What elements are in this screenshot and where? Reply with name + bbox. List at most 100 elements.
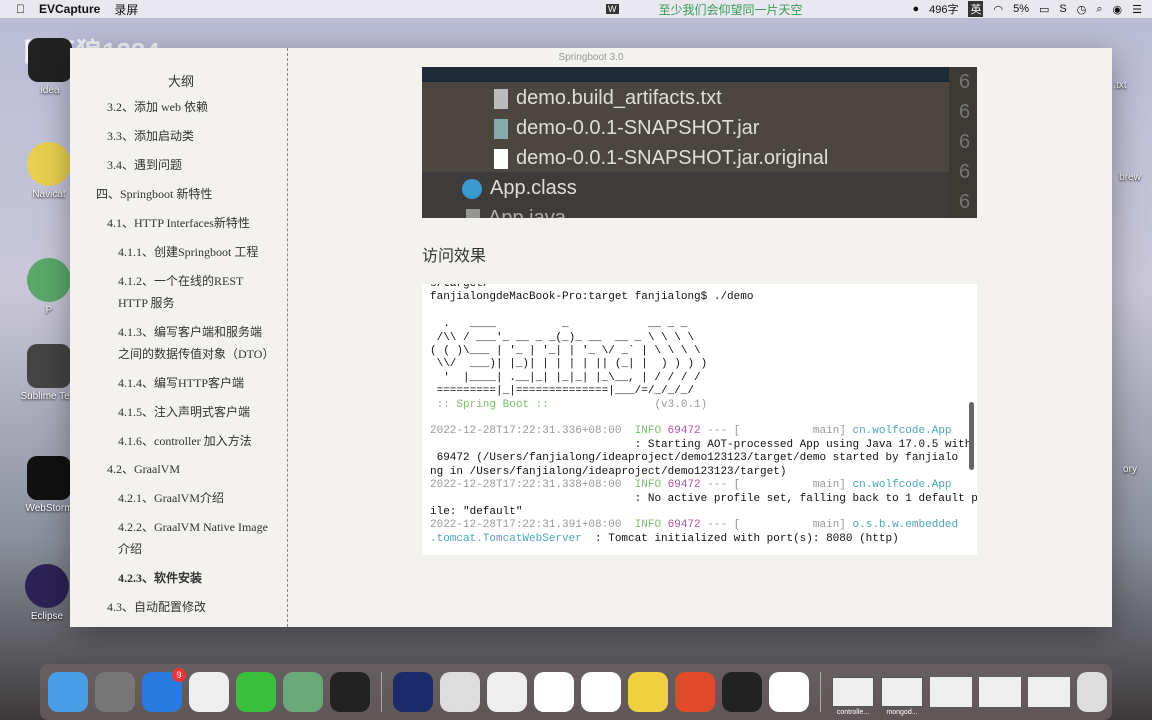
app-menu[interactable]: EVCapture <box>39 2 100 16</box>
battery[interactable]: 5% <box>1013 3 1029 15</box>
dock-app-wps[interactable] <box>581 672 621 712</box>
outline-item[interactable]: 4.2.3、软件安装 <box>118 567 270 589</box>
line-gutter: 66666 <box>949 67 977 218</box>
dock-app-xmind[interactable] <box>675 672 715 712</box>
dock-app-app-store[interactable]: 9 <box>142 668 186 712</box>
clock-icon[interactable]: ◷ <box>1077 3 1087 16</box>
wifi-icon[interactable]: ◠ <box>993 3 1003 16</box>
control-center-icon[interactable]: ☰ <box>1132 3 1142 16</box>
dock-app-wechat[interactable] <box>236 672 276 712</box>
terminal-segment: INFO <box>634 519 668 532</box>
dock-app-launchpad[interactable] <box>95 672 135 712</box>
trash-icon[interactable] <box>1077 672 1107 712</box>
window-label: controlle... <box>836 709 870 716</box>
menu-record[interactable]: 录屏 <box>114 1 138 18</box>
dock-app-qq-music[interactable] <box>628 672 668 712</box>
dock-window-thumbnail[interactable] <box>1028 677 1070 707</box>
terminal-line: 2022-12-28T17:22:31.336+08:00 INFO 69472… <box>430 425 969 438</box>
outline-item[interactable]: 四、Springboot 新特性 <box>96 183 270 205</box>
dock-app-finder[interactable] <box>48 672 88 712</box>
terminal-line: 2022-12-28T17:22:31.338+08:00 INFO 69472… <box>430 479 969 492</box>
terminal-segment <box>430 493 635 505</box>
outline-item[interactable]: 4.2、GraalVM <box>107 458 270 480</box>
terminal-line: ' |____| .__|_| |_|_| |_\__, | / / / / <box>430 372 969 385</box>
outline-item[interactable]: 4.1.3、编写客户端和服务端之间的数据传值对象（DTO） <box>118 321 274 365</box>
outline-item[interactable]: 4.1.5、注入声明式客户端 <box>118 401 270 423</box>
java-file-icon <box>466 208 480 218</box>
dock-app-baidu-netdisk[interactable] <box>534 672 574 712</box>
terminal-segment: cn.wolfcode.App <box>852 425 952 438</box>
terminal-segment: ( ( )\___ | '_ | '_| | '_ \/ _` | \ \ \ … <box>430 345 701 358</box>
terminal-line: ile: "default" <box>430 506 969 519</box>
dock-window-thumbnail[interactable] <box>930 677 972 707</box>
terminal-line: s/target/ <box>430 284 969 291</box>
siri-icon[interactable]: ◉ <box>1113 3 1123 16</box>
dock-app-infuse[interactable] <box>393 672 433 712</box>
outline-item[interactable]: 4.1、HTTP Interfaces新特性 <box>107 212 270 234</box>
scrollbar[interactable] <box>969 402 974 470</box>
dock-window-thumbnail[interactable] <box>979 677 1021 707</box>
dock-app-chrome[interactable] <box>487 672 527 712</box>
section-heading: 访问效果 <box>422 248 487 265</box>
terminal-segment: : Starting AOT-processed App using Java … <box>634 438 977 451</box>
terminal-segment: =========|_|==============|___/=/_/_/_/ <box>430 385 695 398</box>
terminal-line: ng in /Users/fanjialong/ideaproject/demo… <box>430 466 969 479</box>
battery-icon[interactable]: ▭ <box>1039 3 1049 16</box>
terminal-segment: INFO <box>634 425 668 438</box>
terminal-segment: 69472 <box>667 425 701 438</box>
terminal-segment: /\\ / ___'_ __ _ _(_)_ __ __ _ \ \ \ \ <box>430 331 695 344</box>
outline-item[interactable]: 3.2、添加 web 依赖 <box>107 96 270 118</box>
terminal-segment: fanjialongdeMacBook-Pro:target fanjialon… <box>430 291 754 304</box>
terminal-segment: . ____ _ __ _ _ <box>430 318 688 331</box>
outline-item[interactable]: 4.2.2、GraalVM Native Image 介绍 <box>118 516 270 560</box>
dock-app-terminal[interactable] <box>330 672 370 712</box>
outline-item[interactable]: 4.1.2、一个在线的REST HTTP 服务 <box>118 270 270 314</box>
terminal-segment: 69472 <box>667 479 701 492</box>
dock-app-atom[interactable] <box>283 672 323 712</box>
outline-item[interactable]: 4.1.6、controller 加入方法 <box>118 430 270 452</box>
terminal-segment: cn.wolfcode.App <box>852 479 952 492</box>
status-icon[interactable]: ● <box>912 3 919 15</box>
terminal-line: :: Spring Boot :: (v3.0.1) <box>430 399 969 412</box>
terminal-segment: 2022-12-28T17:22:31.336+08:00 <box>430 425 635 438</box>
outline-header: 大纲 <box>168 74 195 89</box>
dock-window-thumbnail[interactable]: mongod... <box>881 677 923 716</box>
document-content: demo demo.build_artifacts.txt demo-0.0.1… <box>288 48 1112 627</box>
dock-app-typora[interactable] <box>189 672 229 712</box>
word-count[interactable]: 496字 <box>929 1 958 17</box>
input-method[interactable]: 英 <box>968 1 984 17</box>
class-icon <box>462 178 482 199</box>
terminal-segment: s/target/ <box>430 284 490 290</box>
outline-item[interactable]: 4.1.4、编写HTTP客户端 <box>118 372 270 394</box>
outline-item[interactable]: 4.2.1、GraalVM介绍 <box>118 487 270 509</box>
terminal-segment: (v3.0.1) <box>548 398 708 411</box>
file-icon <box>494 148 508 169</box>
terminal-segment: \\/ ___)| |_)| | | | | || (_| | ) ) ) ) <box>430 358 708 371</box>
terminal-segment: --- [ main] <box>700 519 853 532</box>
dock-app-edraw[interactable] <box>440 672 480 712</box>
dock-app-todesk[interactable] <box>769 672 809 712</box>
lyrics-text: 至少我们会仰望同一片天空 <box>658 2 803 17</box>
dock-app-intellij-idea[interactable] <box>722 672 762 712</box>
dock-separator <box>820 672 821 712</box>
terminal-line: =========|_|==============|___/=/_/_/_/ <box>430 385 969 398</box>
terminal-segment: :: Spring Boot :: <box>430 398 549 411</box>
outline-item[interactable]: 4.3、自动配置修改 <box>107 596 270 618</box>
window-label: mongod... <box>886 709 918 716</box>
apple-icon[interactable]:  <box>16 2 25 16</box>
outline-item[interactable]: 4.1.1、创建Springboot 工程 <box>118 241 270 263</box>
terminal-segment: o.s.b.w.embedded <box>852 519 959 532</box>
search-icon[interactable]: ⌕ <box>1096 3 1102 16</box>
outline-item[interactable]: 3.4、遇到问题 <box>107 154 270 176</box>
notification-badge: 9 <box>172 668 186 682</box>
wps-icon[interactable]: W <box>606 4 619 14</box>
outline-sidebar: 大纲 3.2、添加 web 依赖 3.3、添加启动类 3.4、遇到问题四、Sprin… <box>70 48 288 627</box>
file-tree-image: demo demo.build_artifacts.txt demo-0.0.1… <box>422 67 977 218</box>
outline-item[interactable]: 3.3、添加启动类 <box>107 125 270 147</box>
terminal-segment: ng in /Users/fanjialong/ideaproject/demo… <box>430 465 787 478</box>
dock-window-thumbnail[interactable]: controlle... <box>832 677 874 716</box>
s-icon[interactable]: S <box>1059 3 1066 15</box>
dock: 9 controlle... mongod... <box>40 664 1112 720</box>
terminal-segment: 69472 (/Users/fanjialong/ideaproject/dem… <box>430 452 959 465</box>
